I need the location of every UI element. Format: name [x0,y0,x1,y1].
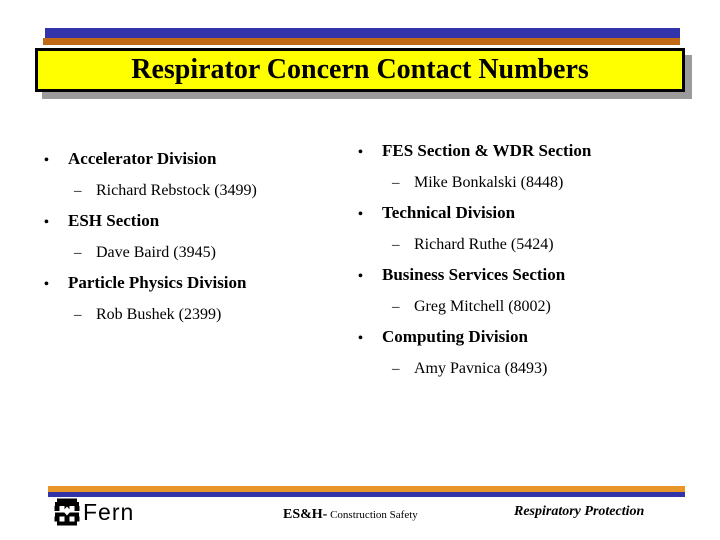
page-title: Respirator Concern Contact Numbers [131,54,589,85]
list-item: • Accelerator Division [44,144,344,176]
header-rule-orange [43,38,680,45]
list-item: • FES Section & WDR Section [358,136,688,168]
list-item: • Business Services Section [358,260,688,292]
bullet-icon: • [358,331,363,346]
bullet-icon: • [44,153,49,168]
list-item-label: FES Section & WDR Section [382,141,592,160]
list-item: – Dave Baird (3945) [44,238,344,268]
footer-subject-label: Construction Safety [327,509,418,521]
dash-icon: – [74,245,82,261]
contacts-left-column: • Accelerator Division – Richard Rebstoc… [44,144,344,330]
list-item-label: Rob Bushek (2399) [96,306,222,323]
bullet-icon: • [358,207,363,222]
list-item: – Mike Bonkalski (8448) [358,168,688,198]
slide-canvas: Respirator Concern Contact Numbers • Acc… [0,0,720,540]
bullet-icon: • [358,145,363,160]
footer-rule-blue [48,492,685,497]
list-item: – Rob Bushek (2399) [44,300,344,330]
footer-center-caption: ES&H- Construction Safety [283,505,418,523]
bullet-icon: • [44,277,49,292]
list-item: – Richard Ruthe (5424) [358,230,688,260]
dash-icon: – [392,175,400,191]
list-item: – Richard Rebstock (3499) [44,176,344,206]
dash-icon: – [74,183,82,199]
dash-icon: – [74,307,82,323]
list-item-label: Accelerator Division [68,149,217,168]
list-item-label: Richard Rebstock (3499) [96,182,257,199]
list-item: • ESH Section [44,206,344,238]
list-item-label: Technical Division [382,203,516,222]
bullet-icon: • [358,269,363,284]
list-item-label: Computing Division [382,327,528,346]
list-item-label: Amy Pavnica (8493) [414,360,548,377]
list-item-label: Mike Bonkalski (8448) [414,174,564,191]
fern-clover-mark-icon [54,498,80,526]
dash-icon: – [392,237,400,253]
fern-logo: Fern [54,498,134,526]
footer-topic-label: Respiratory Protection [514,504,645,519]
bullet-icon: • [44,215,49,230]
title-box: Respirator Concern Contact Numbers [35,48,685,92]
list-item-label: Greg Mitchell (8002) [414,298,551,315]
footer-esh-label: ES&H- [283,507,328,522]
list-item: – Greg Mitchell (8002) [358,292,688,322]
list-item: • Particle Physics Division [44,268,344,300]
list-item-label: ESH Section [68,211,160,230]
dash-icon: – [392,299,400,315]
dash-icon: – [392,361,400,377]
list-item: • Technical Division [358,198,688,230]
fern-logo-text: Fern [83,498,135,525]
list-item-label: Particle Physics Division [68,273,247,292]
list-item-label: Dave Baird (3945) [96,244,216,261]
contacts-right-column: • FES Section & WDR Section – Mike Bonka… [358,136,688,384]
list-item-label: Richard Ruthe (5424) [414,236,554,253]
list-item-label: Business Services Section [382,265,566,284]
header-rule-blue [45,28,680,38]
list-item: • Computing Division [358,322,688,354]
list-item: – Amy Pavnica (8493) [358,354,688,384]
